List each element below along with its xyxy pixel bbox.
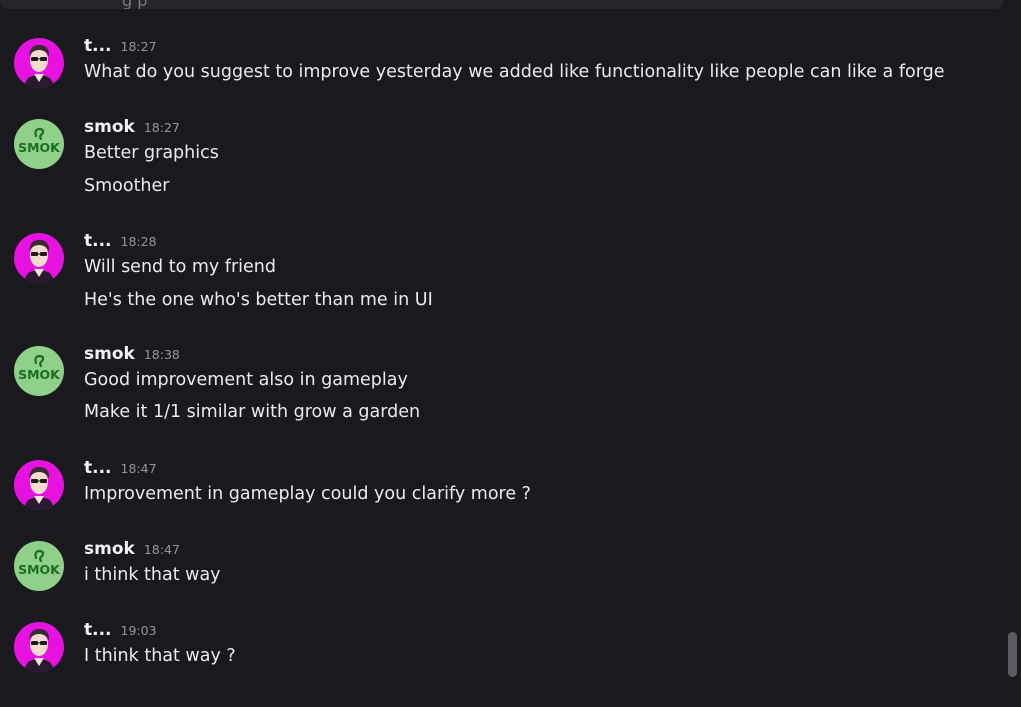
- message-header: smok 18:27: [84, 117, 180, 141]
- message-header: t... 18:28: [84, 231, 157, 255]
- message-text: Will send to my friend: [84, 257, 276, 277]
- message-text: Good improvement also in gameplay: [84, 370, 408, 390]
- message-header: t... 18:27: [84, 36, 157, 60]
- smok-logo-text: SMOK: [18, 140, 61, 155]
- person-avatar-icon: [14, 233, 64, 283]
- message-header: smok 18:47: [84, 539, 180, 563]
- username[interactable]: smok: [84, 344, 135, 364]
- timestamp[interactable]: 18:27: [121, 39, 157, 54]
- chat-viewport: g p t... 18:27 What do you suggest to imp…: [0, 0, 1021, 707]
- username[interactable]: smok: [84, 117, 135, 137]
- message-text: Improvement in gameplay could you clarif…: [84, 484, 531, 504]
- message-text: i think that way: [84, 565, 221, 585]
- message-group: t... 18:27 What do you suggest to improve…: [0, 36, 1000, 88]
- smok-avatar-icon: SMOK: [14, 119, 64, 169]
- avatar[interactable]: [14, 622, 64, 672]
- avatar[interactable]: [14, 233, 64, 283]
- smok-logo-text: SMOK: [18, 367, 61, 382]
- person-avatar-icon: [14, 460, 64, 510]
- message-text: What do you suggest to improve yesterday…: [84, 62, 945, 82]
- avatar[interactable]: SMOK: [14, 541, 64, 591]
- timestamp[interactable]: 18:47: [144, 542, 180, 557]
- scrollbar-thumb[interactable]: [1008, 632, 1017, 677]
- previous-message-remnant: g p: [0, 0, 1003, 9]
- smok-avatar-icon: SMOK: [14, 346, 64, 396]
- timestamp[interactable]: 18:47: [121, 461, 157, 476]
- message-group: SMOK smok 18:47 i think that way: [0, 539, 1000, 591]
- smok-logo-text: SMOK: [18, 562, 61, 577]
- avatar[interactable]: SMOK: [14, 119, 64, 169]
- timestamp[interactable]: 18:28: [121, 234, 157, 249]
- message-group: t... 18:28 Will send to my friend He's th…: [0, 231, 1000, 316]
- message-group: t... 18:47 Improvement in gameplay could …: [0, 458, 1000, 510]
- message-header: t... 18:47: [84, 458, 157, 482]
- username[interactable]: t...: [84, 458, 112, 478]
- smok-avatar-icon: SMOK: [14, 541, 64, 591]
- message-text: Better graphics: [84, 143, 219, 163]
- timestamp[interactable]: 19:03: [121, 623, 157, 638]
- message-text: Make it 1/1 similar with grow a garden: [84, 402, 421, 422]
- message-header: t... 19:03: [84, 620, 157, 644]
- person-avatar-icon: [14, 622, 64, 672]
- person-avatar-icon: [14, 38, 64, 88]
- username[interactable]: t...: [84, 620, 112, 640]
- message-text: Smoother: [84, 176, 170, 196]
- timestamp[interactable]: 18:27: [144, 120, 180, 135]
- message-group: SMOK smok 18:27 Better graphics Smoother: [0, 117, 1000, 202]
- username[interactable]: t...: [84, 36, 112, 56]
- username[interactable]: smok: [84, 539, 135, 559]
- message-group: SMOK smok 18:38 Good improvement also in …: [0, 344, 1000, 429]
- message-text: I think that way ?: [84, 646, 236, 666]
- avatar[interactable]: [14, 38, 64, 88]
- previous-message-text: g p: [122, 0, 147, 9]
- message-group: t... 19:03 I think that way ?: [0, 620, 1000, 672]
- message-text: He's the one who's better than me in UI: [84, 290, 433, 310]
- avatar[interactable]: SMOK: [14, 346, 64, 396]
- avatar[interactable]: [14, 460, 64, 510]
- timestamp[interactable]: 18:38: [144, 347, 180, 362]
- username[interactable]: t...: [84, 231, 112, 251]
- message-header: smok 18:38: [84, 344, 180, 368]
